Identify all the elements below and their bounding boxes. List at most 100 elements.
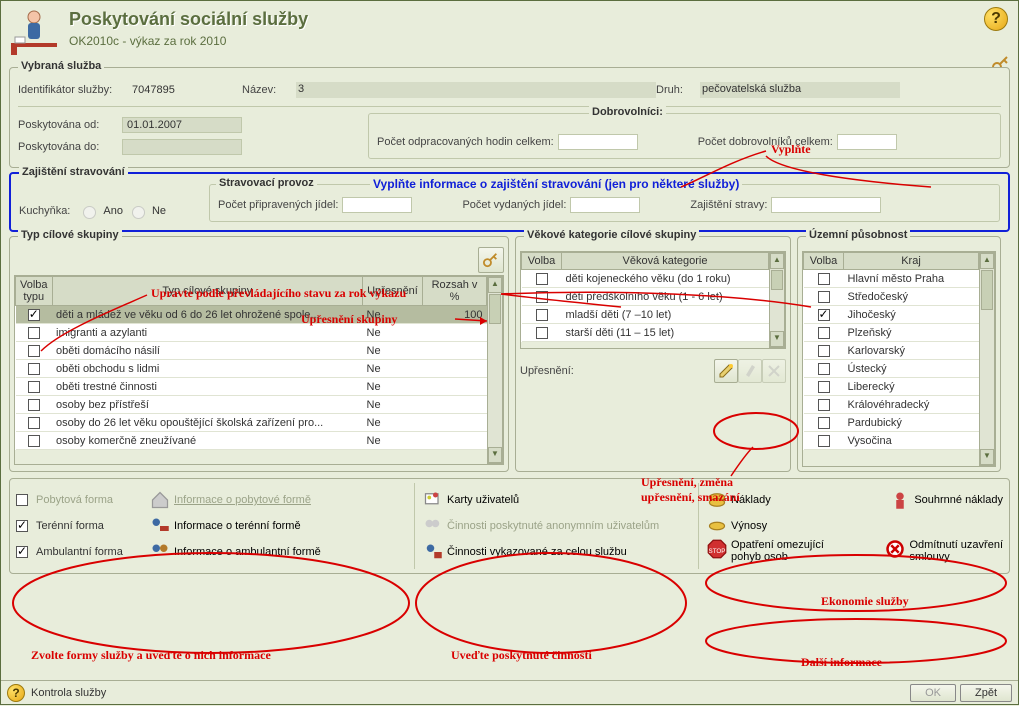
link-opatreni1[interactable]: Opatření omezující (731, 539, 824, 551)
table-row[interactable]: Jihočeský (804, 306, 979, 324)
group-vybrana-sluzba: Vybraná služba Identifikátor služby: 704… (9, 67, 1010, 168)
house-icon (150, 490, 170, 510)
table-row[interactable]: Vysočina (804, 432, 979, 450)
scrollbar[interactable]: ▲ ▼ (979, 252, 995, 466)
nazev-value: 3 (296, 82, 656, 98)
link-ambulant-info[interactable]: Informace o ambulantní formě (174, 546, 321, 558)
check-ambulant[interactable] (16, 546, 28, 558)
link-naklady[interactable]: Náklady (731, 494, 811, 506)
row-checkbox[interactable] (536, 273, 548, 285)
link-opatreni2[interactable]: pohyb osob (731, 551, 824, 563)
scrollbar[interactable]: ▲ ▼ (769, 252, 785, 348)
row-checkbox[interactable] (28, 399, 40, 411)
radio-ne[interactable] (132, 206, 145, 219)
table-row[interactable]: děti a mládež ve věku od 6 do 26 let ohr… (16, 306, 487, 324)
row-checkbox[interactable] (818, 345, 830, 357)
row-checkbox[interactable] (536, 291, 548, 303)
col-upres[interactable]: Upřesnění (363, 277, 423, 306)
table-row[interactable]: Liberecký (804, 378, 979, 396)
table-row[interactable]: oběti domácího násilíNe (16, 342, 487, 360)
col-kraj[interactable]: Kraj (844, 253, 979, 270)
vekove-table[interactable]: Volba Věková kategorie děti kojeneckého … (521, 252, 769, 342)
row-checkbox[interactable] (28, 309, 40, 321)
nazev-label: Název: (242, 84, 292, 96)
anno-ekonomie: Ekonomie služby (821, 594, 909, 608)
row-checkbox[interactable] (818, 417, 830, 429)
delete-button[interactable] (762, 359, 786, 383)
edit-button[interactable] (738, 359, 762, 383)
back-button[interactable]: Zpět (960, 684, 1012, 702)
col-volba[interactable]: Volba typu (16, 277, 53, 306)
vydanych-input[interactable] (570, 197, 640, 213)
row-checkbox[interactable] (28, 417, 40, 429)
od-value[interactable]: 01.01.2007 (122, 117, 242, 133)
check-terenni[interactable] (16, 520, 28, 532)
row-checkbox[interactable] (818, 309, 830, 321)
row-checkbox[interactable] (536, 309, 548, 321)
row-checkbox[interactable] (28, 363, 40, 375)
col-volba[interactable]: Volba (804, 253, 844, 270)
help-button[interactable]: ? (984, 7, 1008, 31)
link-odmit1[interactable]: Odmítnutí uzavření (909, 539, 1003, 551)
row-checkbox[interactable] (818, 435, 830, 447)
table-row[interactable]: osoby komerčně zneužívanéNe (16, 432, 487, 450)
col-rozsah[interactable]: Rozsah v % (423, 277, 487, 306)
link-celou[interactable]: Činnosti vykazované za celou službu (447, 546, 627, 558)
col-kat[interactable]: Věková kategorie (562, 253, 769, 270)
table-row[interactable]: Hlavní město Praha (804, 270, 979, 288)
table-row[interactable]: osoby bez přístřešíNe (16, 396, 487, 414)
row-checkbox[interactable] (28, 327, 40, 339)
link-odmit2[interactable]: smlouvy (909, 551, 1003, 563)
do-value[interactable] (122, 139, 242, 155)
table-row[interactable]: děti předškolního věku (1 - 6 let) (522, 288, 769, 306)
link-karty[interactable]: Karty uživatelů (447, 494, 519, 506)
col-volba[interactable]: Volba (522, 253, 562, 270)
table-row[interactable]: imigranti a azylantiNe (16, 324, 487, 342)
hodin-input[interactable] (558, 134, 638, 150)
table-row[interactable]: Plzeňský (804, 324, 979, 342)
row-checkbox[interactable] (818, 273, 830, 285)
row-checkbox[interactable] (818, 381, 830, 393)
link-pobytova-info[interactable]: Informace o pobytové formě (174, 494, 311, 506)
table-row[interactable]: Ústecký (804, 360, 979, 378)
table-row[interactable]: mladší děti (7 –10 let) (522, 306, 769, 324)
panel-typ-skupiny: Typ cílové skupiny Volba typu Typ cílové… (9, 236, 509, 472)
row-checkbox[interactable] (28, 345, 40, 357)
row-checkbox[interactable] (28, 435, 40, 447)
row-checkbox[interactable] (536, 327, 548, 339)
table-row[interactable]: starší děti (11 – 15 let) (522, 324, 769, 342)
key-button[interactable] (478, 247, 504, 273)
link-souhrnne[interactable]: Souhrnné náklady (914, 494, 1003, 506)
scrollbar[interactable]: ▲ ▼ (487, 276, 503, 464)
cell-kraj: Pardubický (844, 414, 979, 432)
table-row[interactable]: oběti obchodu s lidmiNe (16, 360, 487, 378)
kuchynka-label: Kuchyňka: (19, 205, 70, 217)
add-button[interactable] (714, 359, 738, 383)
row-checkbox[interactable] (818, 291, 830, 303)
footer-help-icon[interactable]: ? (7, 684, 25, 702)
ok-button[interactable]: OK (910, 684, 956, 702)
kontrola-label[interactable]: Kontrola služby (31, 687, 106, 699)
table-row[interactable]: Pardubický (804, 414, 979, 432)
link-terenni-info[interactable]: Informace o terénní formě (174, 520, 301, 532)
table-row[interactable]: Karlovarský (804, 342, 979, 360)
typ-skupiny-table[interactable]: Volba typu Typ cílové skupiny Upřesnění … (15, 276, 487, 450)
row-checkbox[interactable] (818, 327, 830, 339)
row-checkbox[interactable] (28, 381, 40, 393)
jidel-input[interactable] (342, 197, 412, 213)
table-row[interactable]: Královéhradecký (804, 396, 979, 414)
uzemni-table[interactable]: Volba Kraj Hlavní město PrahaStředočeský… (803, 252, 979, 450)
table-row[interactable]: osoby do 26 let věku opouštějící školská… (16, 414, 487, 432)
table-row[interactable]: Středočeský (804, 288, 979, 306)
check-pobytova[interactable] (16, 494, 28, 506)
radio-ano[interactable] (83, 206, 96, 219)
pocet-dobro-label: Počet dobrovolníků celkem: (698, 136, 833, 148)
col-typ[interactable]: Typ cílové skupiny (52, 277, 362, 306)
table-row[interactable]: oběti trestné činnostiNe (16, 378, 487, 396)
link-vynosy[interactable]: Výnosy (731, 520, 767, 532)
zajisteni-input[interactable] (771, 197, 881, 213)
row-checkbox[interactable] (818, 399, 830, 411)
pocet-dobro-input[interactable] (837, 134, 897, 150)
table-row[interactable]: děti kojeneckého věku (do 1 roku) (522, 270, 769, 288)
row-checkbox[interactable] (818, 363, 830, 375)
